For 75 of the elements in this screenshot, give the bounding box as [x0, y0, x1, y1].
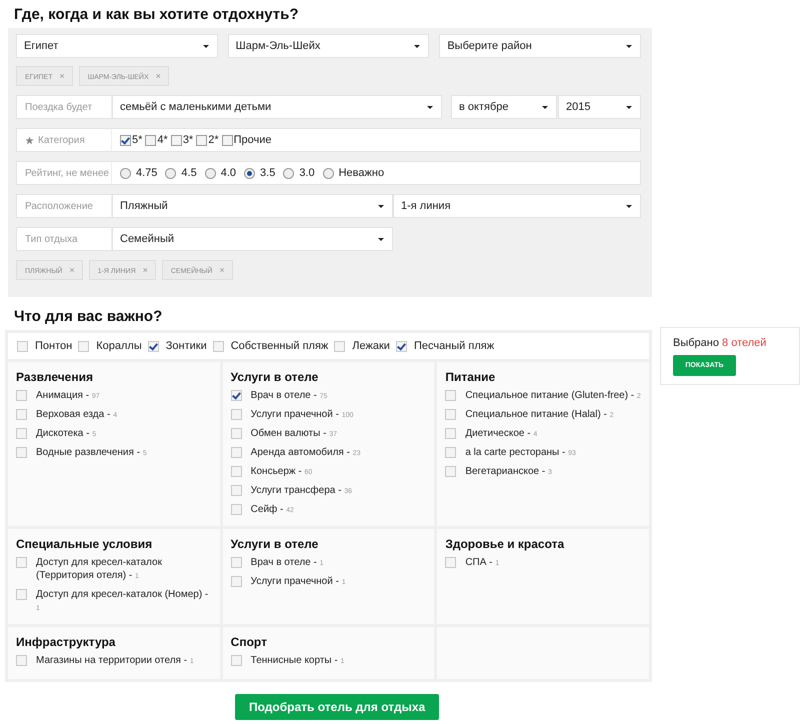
star-icon	[25, 136, 34, 144]
checkbox[interactable]	[16, 557, 27, 568]
selected-count: Выбрано 8 отелей	[673, 337, 766, 349]
caret-icon	[378, 204, 384, 208]
section-heading: Где, когда и как вы хотите отдохнуть?	[13, 5, 299, 24]
checkbox[interactable]	[230, 447, 242, 458]
caret-icon	[542, 106, 548, 108]
checkbox[interactable]	[445, 447, 456, 458]
dropdown[interactable]: 2015	[558, 95, 641, 119]
dropdown[interactable]: в октябре	[451, 95, 557, 119]
category-checkbox[interactable]: 5*	[120, 134, 142, 146]
dropdown[interactable]: Египет	[16, 34, 218, 58]
amenity-checkbox[interactable]: Лежаки	[334, 340, 390, 352]
section-heading: Что для вас важно?	[13, 307, 162, 327]
category-title: Развлечения	[16, 370, 93, 384]
dropdown[interactable]: Пляжный	[112, 194, 393, 218]
checkbox[interactable]	[230, 504, 242, 515]
category-title: Спорт	[230, 635, 267, 649]
caret-icon	[626, 106, 632, 108]
field-label: Расположение	[16, 194, 112, 218]
category-checkbox[interactable]: 3*	[170, 134, 194, 146]
checkbox[interactable]	[16, 655, 27, 666]
checkbox[interactable]	[230, 557, 242, 568]
checkbox[interactable]	[16, 447, 27, 458]
category-checkbox[interactable]: 4*	[145, 134, 168, 146]
checkbox[interactable]	[16, 409, 27, 420]
category-title: Питание	[445, 370, 496, 384]
category-title: Инфраструктура	[16, 635, 116, 649]
checkbox[interactable]	[445, 390, 456, 401]
checkbox[interactable]	[445, 466, 456, 477]
rating-radio[interactable]: 4.75	[120, 167, 158, 179]
field-label: Тип отдыха	[16, 227, 112, 251]
checkbox[interactable]	[230, 409, 242, 420]
rating-radio[interactable]: 3.5	[244, 167, 276, 179]
dropdown[interactable]: 1-я линия	[393, 194, 641, 218]
checkbox[interactable]	[230, 390, 242, 401]
caret-icon	[626, 44, 632, 48]
caret-icon	[626, 204, 632, 208]
category-title: Специальные условия	[16, 537, 152, 551]
amenity-checkbox[interactable]: Песчаный пляж	[396, 340, 494, 352]
amenity-checkbox[interactable]: Зонтики	[148, 340, 207, 352]
checkbox[interactable]	[230, 485, 242, 496]
checkbox[interactable]	[230, 428, 242, 439]
checkbox[interactable]	[230, 655, 242, 666]
rating-radio[interactable]: 4.5	[165, 167, 197, 179]
rating-radio[interactable]: 4.0	[204, 167, 236, 179]
category-checkbox[interactable]: Прочие	[222, 134, 272, 146]
checkbox[interactable]	[230, 576, 242, 587]
dropdown[interactable]: семьёй с маленькими детьми	[112, 95, 442, 119]
category-title: Услуги в отеле	[230, 537, 318, 551]
rating-radio[interactable]: Неважно	[322, 167, 384, 179]
category-checkbox[interactable]: 2*	[196, 134, 219, 146]
dropdown[interactable]: Выберите район	[439, 34, 642, 58]
amenity-checkbox[interactable]: Собственный пляж	[212, 340, 328, 352]
caret-icon	[427, 106, 433, 108]
caret-icon	[202, 44, 209, 48]
rating-radio[interactable]: 3.0	[283, 167, 315, 179]
caret-icon	[378, 238, 384, 240]
amenity-checkbox[interactable]: Понтон	[17, 340, 72, 352]
checkbox[interactable]	[16, 589, 27, 600]
amenity-checkbox[interactable]: Кораллы	[78, 340, 142, 352]
checkbox[interactable]	[445, 557, 456, 568]
category-title: Здоровье и красота	[445, 537, 564, 551]
field-label: Поездка будет	[16, 95, 112, 119]
caret-icon	[414, 44, 420, 48]
checkbox[interactable]	[445, 428, 456, 439]
field-label: Категория	[16, 128, 112, 152]
dropdown[interactable]: Шарм-Эль-Шейх	[228, 34, 430, 58]
category-title: Услуги в отеле	[230, 370, 318, 384]
field-label: Рейтинг, не менее	[16, 161, 112, 185]
checkbox[interactable]	[16, 390, 27, 401]
dropdown[interactable]: Семейный	[112, 227, 393, 251]
checkbox[interactable]	[230, 466, 242, 477]
checkbox[interactable]	[16, 428, 27, 439]
checkbox[interactable]	[445, 409, 456, 420]
